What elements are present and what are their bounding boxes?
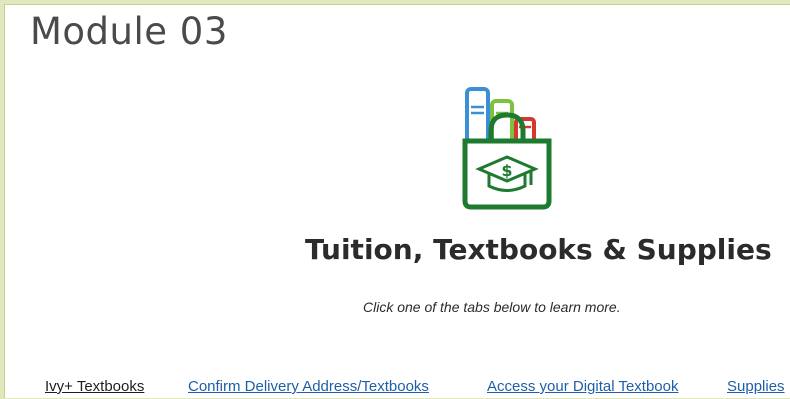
tab-confirm-delivery-address[interactable]: Confirm Delivery Address/Textbooks [188, 375, 429, 399]
module-page: Module 03 $ Tuition, Textbooks & Supplie… [4, 4, 790, 398]
tab-bar: Ivy+ Textbooks Confirm Delivery Address/… [5, 375, 790, 399]
page-title: Tuition, Textbooks & Supplies [305, 233, 772, 266]
tab-access-digital-textbook[interactable]: Access your Digital Textbook [487, 375, 678, 399]
instruction-text: Click one of the tabs below to learn mor… [363, 299, 621, 315]
tab-supplies[interactable]: Supplies [727, 375, 785, 399]
shopping-bag-books-icon: $ [457, 83, 557, 211]
svg-text:$: $ [501, 161, 512, 180]
tab-ivy-textbooks[interactable]: Ivy+ Textbooks [45, 375, 144, 399]
module-title: Module 03 [30, 10, 228, 53]
